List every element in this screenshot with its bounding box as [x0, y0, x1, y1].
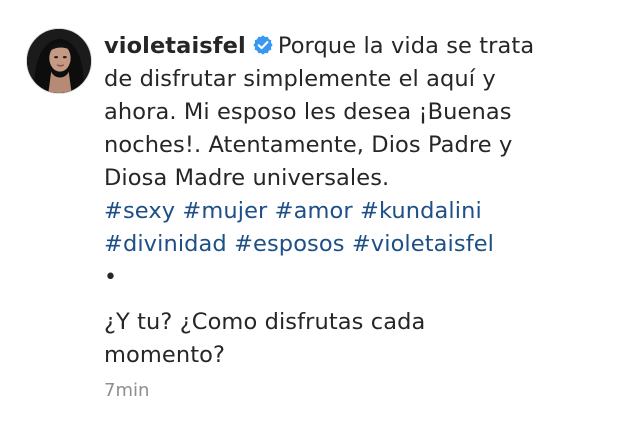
caption-line: noches!. Atentamente, Dios Padre y — [104, 129, 616, 162]
question-text: ¿Y tu? ¿Como disfrutas cada — [104, 309, 426, 335]
hashtag-link[interactable]: #amor — [275, 198, 353, 224]
caption-line: de disfrutar simplemente el aquí y — [104, 63, 616, 96]
caption-text: Porque la vida se trata — [277, 33, 535, 59]
bullet-line: • — [104, 261, 616, 294]
caption-text: Diosa Madre universales. — [104, 165, 390, 191]
hashtag-line: #divinidad #esposos #violetaisfel — [104, 228, 616, 261]
verified-badge-icon — [252, 34, 274, 56]
avatar[interactable] — [26, 28, 92, 94]
hashtag-link[interactable]: #divinidad — [104, 231, 227, 257]
caption-line: Diosa Madre universales. — [104, 162, 616, 195]
username-link[interactable]: violetaisfel — [104, 33, 246, 59]
caption-text: ahora. Mi esposo les desea ¡Buenas — [104, 99, 512, 125]
hashtag-link[interactable]: #esposos — [234, 231, 344, 257]
caption-text: noches!. Atentamente, Dios Padre y — [104, 132, 513, 158]
caption: violetaisfel Porque la vida se trata de … — [104, 30, 616, 372]
hashtag-link[interactable]: #kundalini — [360, 198, 482, 224]
caption-line: ahora. Mi esposo les desea ¡Buenas — [104, 96, 616, 129]
question-text: momento? — [104, 342, 226, 368]
bullet-text: • — [104, 265, 118, 290]
comment-post: violetaisfel Porque la vida se trata de … — [0, 0, 640, 440]
question-line: ¿Y tu? ¿Como disfrutas cada — [104, 306, 616, 339]
caption-line: violetaisfel Porque la vida se trata — [104, 30, 616, 63]
caption-text: de disfrutar simplemente el aquí y — [104, 66, 496, 92]
avatar-photo-icon — [27, 29, 91, 93]
hashtag-link[interactable]: #violetaisfel — [352, 231, 494, 257]
hashtag-link[interactable]: #sexy — [104, 198, 175, 224]
timestamp: 7min — [104, 380, 150, 401]
hashtag-link[interactable]: #mujer — [182, 198, 267, 224]
question-line: momento? — [104, 339, 616, 372]
hashtag-line: #sexy #mujer #amor #kundalini — [104, 195, 616, 228]
